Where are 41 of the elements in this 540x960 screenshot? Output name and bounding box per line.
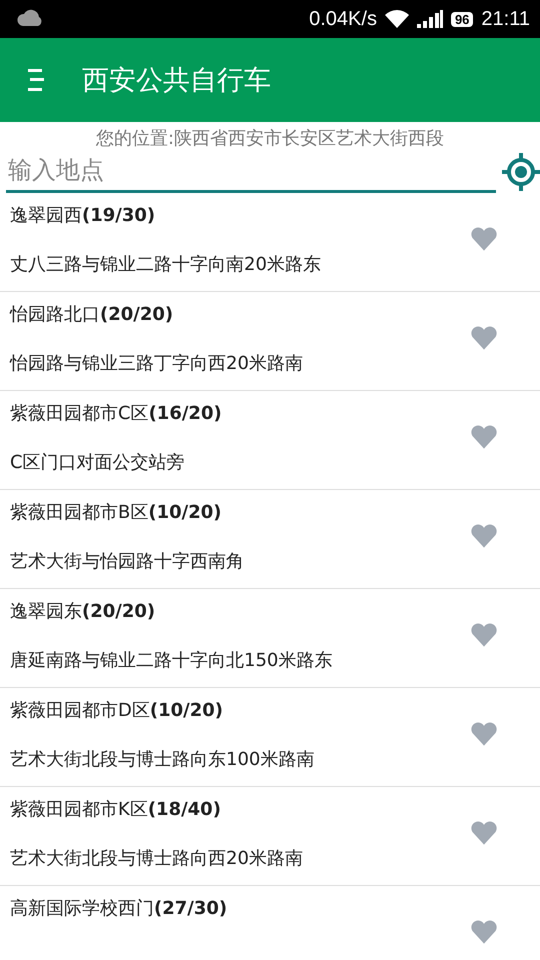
station-address: 艺术大街北段与博士路向西20米路南 — [10, 847, 304, 871]
station-address: 艺术大街北段与博士路向东100米路南 — [10, 748, 316, 772]
station-name: 逸翠园西(19/30) — [10, 204, 156, 228]
heart-icon[interactable] — [470, 621, 498, 649]
station-name: 逸翠园东(20/20) — [10, 600, 156, 624]
heart-icon[interactable] — [470, 918, 498, 946]
clock: 21:11 — [481, 8, 530, 30]
heart-icon[interactable] — [470, 522, 498, 550]
station-address: 怡园路与锦业三路丁字向西20米路南 — [10, 352, 304, 376]
heart-icon[interactable] — [470, 324, 498, 352]
station-row[interactable]: 高新国际学校西门(27/30) — [0, 886, 540, 960]
heart-icon[interactable] — [470, 720, 498, 748]
station-name: 高新国际学校西门(27/30) — [10, 897, 228, 921]
station-row[interactable]: 紫薇田园都市B区(10/20) 艺术大街与怡园路十字西南角 — [0, 490, 540, 589]
station-row[interactable]: 怡园路北口(20/20) 怡园路与锦业三路丁字向西20米路南 — [0, 292, 540, 391]
station-name: 紫薇田园都市C区(16/20) — [10, 402, 223, 426]
wifi-icon — [384, 10, 409, 28]
battery-level: 96 — [450, 12, 474, 26]
app-title: 西安公共自行车 — [82, 64, 271, 98]
station-row[interactable]: 紫薇田园都市D区(10/20) 艺术大街北段与博士路向东100米路南 — [0, 688, 540, 787]
station-row[interactable]: 紫薇田园都市C区(16/20) C区门口对面公交站旁 — [0, 391, 540, 490]
heart-icon[interactable] — [470, 423, 498, 451]
station-row[interactable]: 紫薇田园都市K区(18/40) 艺术大街北段与博士路向西20米路南 — [0, 787, 540, 886]
station-row[interactable]: 逸翠园东(20/20) 唐延南路与锦业二路十字向北150米路东 — [0, 589, 540, 688]
station-row[interactable]: 逸翠园西(19/30) 丈八三路与锦业二路十字向南20米路东 — [0, 193, 540, 292]
station-name: 紫薇田园都市K区(18/40) — [10, 798, 222, 822]
station-address: 艺术大街与怡园路十字西南角 — [10, 550, 245, 574]
network-speed: 0.04K/s — [309, 8, 377, 30]
station-name: 怡园路北口(20/20) — [10, 303, 174, 327]
heart-icon[interactable] — [470, 819, 498, 847]
location-input[interactable]: 输入地点 — [6, 150, 496, 193]
menu-icon[interactable] — [28, 69, 44, 91]
locate-icon[interactable] — [502, 152, 540, 190]
current-location: 您的位置:陕西省西安市长安区艺术大街西段 — [96, 128, 444, 149]
station-name: 紫薇田园都市B区(10/20) — [10, 501, 222, 525]
signal-icon — [416, 10, 443, 28]
station-address: 丈八三路与锦业二路十字向南20米路东 — [10, 253, 322, 277]
heart-icon[interactable] — [470, 225, 498, 253]
station-name: 紫薇田园都市D区(10/20) — [10, 699, 224, 723]
station-address: C区门口对面公交站旁 — [10, 451, 186, 475]
station-address: 唐延南路与锦业二路十字向北150米路东 — [10, 649, 334, 673]
